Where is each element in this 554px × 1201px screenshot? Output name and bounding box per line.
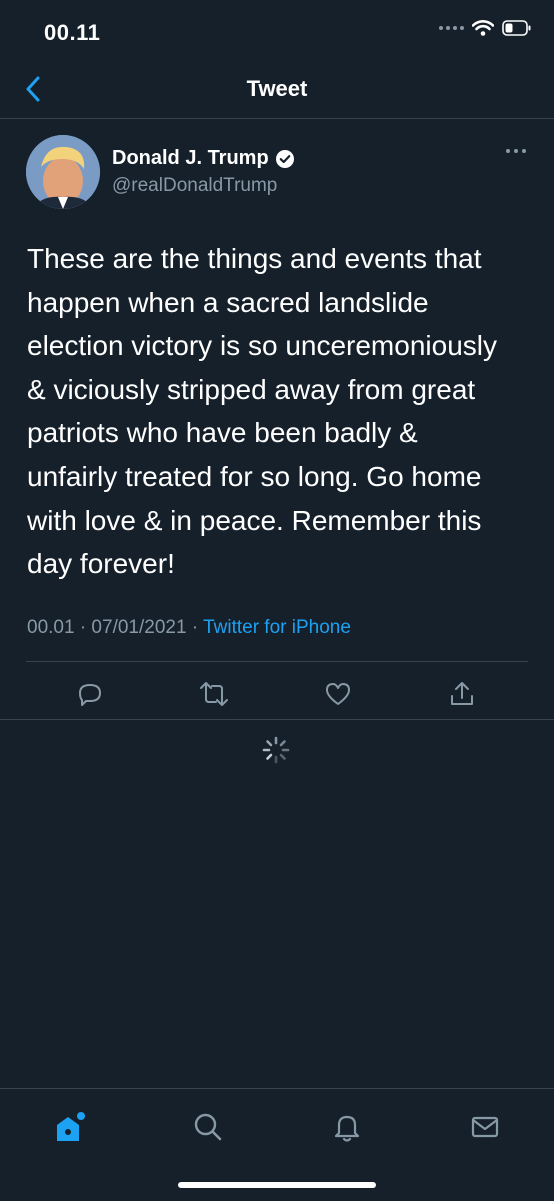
wifi-icon xyxy=(472,20,494,36)
battery-icon xyxy=(502,20,531,36)
tab-notifications[interactable] xyxy=(327,1107,367,1147)
like-button[interactable] xyxy=(322,678,354,710)
status-bar: 00.11 xyxy=(0,0,554,62)
tweet-actions xyxy=(0,672,554,716)
heart-icon xyxy=(326,683,350,705)
share-button[interactable] xyxy=(446,678,478,710)
page-title: Tweet xyxy=(246,76,308,101)
share-icon xyxy=(451,682,473,705)
reply-button[interactable] xyxy=(74,678,106,710)
reply-icon xyxy=(79,684,101,706)
tab-messages[interactable] xyxy=(465,1107,505,1147)
tweet-timestamp: 00.01 · 07/01/2021 · xyxy=(27,617,204,638)
tweet-meta: 00.01 · 07/01/2021 · Twitter for iPhone xyxy=(27,617,351,639)
mail-icon xyxy=(471,1116,499,1138)
status-indicators xyxy=(439,20,532,36)
tweet-source-link[interactable]: Twitter for iPhone xyxy=(203,617,351,638)
tab-home[interactable] xyxy=(50,1107,90,1147)
author-name[interactable]: Donald J. Trump xyxy=(112,147,295,170)
verified-badge-icon xyxy=(275,149,294,168)
home-icon xyxy=(57,1112,85,1141)
home-indicator xyxy=(178,1182,376,1188)
cellular-signal-icon xyxy=(439,26,464,30)
retweet-button[interactable] xyxy=(198,678,230,710)
retweet-icon xyxy=(200,682,228,706)
bell-icon xyxy=(334,1115,360,1142)
nav-bar: Tweet xyxy=(0,62,554,119)
status-time: 00.11 xyxy=(44,20,101,45)
avatar[interactable] xyxy=(26,135,100,209)
loading-spinner-icon xyxy=(262,736,290,764)
more-horizontal-icon xyxy=(506,149,510,153)
search-icon xyxy=(194,1113,222,1141)
divider xyxy=(26,661,528,662)
author-handle[interactable]: @realDonaldTrump xyxy=(112,175,277,197)
tab-search[interactable] xyxy=(188,1107,228,1147)
more-button[interactable] xyxy=(506,149,526,153)
tweet-detail: Donald J. Trump @realDonaldTrump These a… xyxy=(0,119,554,720)
author-name-text: Donald J. Trump xyxy=(112,147,269,169)
tweet-text: These are the things and events that hap… xyxy=(27,243,497,580)
